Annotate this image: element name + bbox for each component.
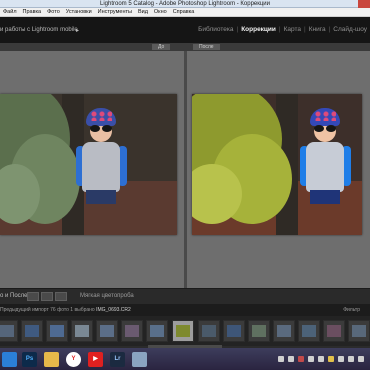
filmstrip-header: Предыдущий импорт 76 фото 1 выбрано IMG_… bbox=[0, 304, 370, 316]
tray-icon[interactable] bbox=[328, 356, 334, 362]
catalog-link[interactable]: и работы с Lightroom mobile bbox=[0, 27, 78, 33]
photoshop-icon[interactable]: Ps bbox=[22, 352, 37, 367]
child-figure bbox=[76, 108, 127, 208]
source-name: Предыдущий импорт bbox=[0, 307, 49, 313]
tray-icon[interactable] bbox=[338, 356, 344, 362]
module-library[interactable]: Библиотека bbox=[195, 26, 236, 33]
module-picker: Библиотека | Коррекции | Карта | Книга |… bbox=[195, 26, 370, 33]
filmstrip-thumbnail[interactable] bbox=[46, 320, 68, 342]
filmstrip-thumbnail[interactable] bbox=[21, 320, 43, 342]
filmstrip bbox=[0, 316, 370, 346]
tray-icon[interactable] bbox=[348, 356, 354, 362]
tray-icon[interactable] bbox=[318, 356, 324, 362]
filter-label[interactable]: Фильтр bbox=[343, 307, 360, 313]
filmstrip-thumbnail[interactable] bbox=[248, 320, 270, 342]
hat-pattern bbox=[90, 111, 112, 121]
menu-settings[interactable]: Установки bbox=[63, 8, 95, 16]
before-photo[interactable] bbox=[0, 94, 177, 235]
menu-edit[interactable]: Правка bbox=[20, 8, 45, 16]
filmstrip-thumbnail-selected[interactable] bbox=[172, 320, 194, 342]
module-develop[interactable]: Коррекции bbox=[238, 26, 279, 33]
files-icon[interactable] bbox=[132, 352, 147, 367]
tray-icon[interactable] bbox=[278, 356, 284, 362]
filmstrip-source[interactable]: Предыдущий импорт 76 фото 1 выбрано IMG_… bbox=[0, 307, 131, 313]
filmstrip-thumbnail[interactable] bbox=[198, 320, 220, 342]
filmstrip-thumbnail[interactable] bbox=[323, 320, 345, 342]
file-name: IMG_0693.CR2 bbox=[96, 307, 131, 313]
filmstrip-thumbnail[interactable] bbox=[348, 320, 370, 342]
after-photo[interactable] bbox=[192, 94, 362, 235]
lightroom-icon[interactable]: Lr bbox=[110, 352, 125, 367]
module-map[interactable]: Карта bbox=[281, 26, 304, 33]
ie-icon[interactable] bbox=[2, 352, 17, 367]
filmstrip-thumbnail[interactable] bbox=[71, 320, 93, 342]
bottom-toolbar: о и После Мягкая цветопроба bbox=[0, 288, 370, 304]
before-label: До bbox=[152, 44, 171, 50]
filmstrip-thumbnail[interactable] bbox=[146, 320, 168, 342]
play-arrow-icon[interactable]: ▸ bbox=[76, 27, 79, 34]
toggle-view-button[interactable] bbox=[55, 292, 67, 301]
yandex-icon[interactable]: Y bbox=[66, 352, 81, 367]
module-header: и работы с Lightroom mobile ▸ Библиотека… bbox=[0, 17, 370, 43]
tray-icon[interactable] bbox=[308, 356, 314, 362]
menu-view[interactable]: Вид bbox=[135, 8, 151, 16]
child-legs bbox=[310, 190, 340, 204]
sunglasses bbox=[314, 125, 336, 132]
compare-labels-bar: До После bbox=[0, 43, 370, 51]
tray-icon[interactable] bbox=[298, 356, 304, 362]
youtube-icon[interactable]: ▶ bbox=[88, 352, 103, 367]
compare-divider[interactable] bbox=[184, 51, 187, 288]
menu-photo[interactable]: Фото bbox=[44, 8, 63, 16]
swap-settings-button[interactable] bbox=[27, 292, 39, 301]
selection-count: 1 выбрано bbox=[70, 307, 95, 313]
explorer-icon[interactable] bbox=[44, 352, 59, 367]
photo-count: 76 фото bbox=[50, 307, 69, 313]
module-book[interactable]: Книга bbox=[306, 26, 329, 33]
copy-settings-button[interactable] bbox=[41, 292, 53, 301]
window-title: Lightroom 5 Catalog - Adobe Photoshop Li… bbox=[99, 1, 271, 7]
menu-help[interactable]: Справка bbox=[170, 8, 198, 16]
menu-window[interactable]: Окно bbox=[151, 8, 170, 16]
filmstrip-thumbnail[interactable] bbox=[96, 320, 118, 342]
filmstrip-thumbnail[interactable] bbox=[0, 320, 18, 342]
sunglasses bbox=[90, 125, 112, 132]
menu-tools[interactable]: Инструменты bbox=[95, 8, 135, 16]
view-mode-label[interactable]: о и После bbox=[0, 293, 28, 299]
after-label: После bbox=[193, 44, 220, 50]
menu-file[interactable]: Файл bbox=[0, 8, 20, 16]
windows-taskbar: Ps Y ▶ Lr bbox=[0, 348, 370, 370]
tray-icon[interactable] bbox=[358, 356, 364, 362]
filmstrip-thumbnail[interactable] bbox=[273, 320, 295, 342]
lightroom-window: Lightroom 5 Catalog - Adobe Photoshop Li… bbox=[0, 0, 370, 370]
soft-proof-label[interactable]: Мягкая цветопроба bbox=[80, 293, 134, 299]
compare-view bbox=[0, 51, 370, 288]
filmstrip-thumbnail[interactable] bbox=[298, 320, 320, 342]
child-vest bbox=[82, 142, 120, 192]
tray-icon[interactable] bbox=[288, 356, 294, 362]
hat-pattern bbox=[314, 111, 336, 121]
menu-bar: Файл Правка Фото Установки Инструменты В… bbox=[0, 8, 370, 17]
child-figure bbox=[300, 108, 351, 208]
filmstrip-thumbnail[interactable] bbox=[223, 320, 245, 342]
filmstrip-thumbnail[interactable] bbox=[121, 320, 143, 342]
child-vest bbox=[306, 142, 344, 192]
child-legs bbox=[86, 190, 116, 204]
title-bar: Lightroom 5 Catalog - Adobe Photoshop Li… bbox=[0, 0, 370, 8]
module-slideshow[interactable]: Слайд-шоу bbox=[330, 26, 370, 33]
close-window-button[interactable] bbox=[358, 0, 370, 8]
